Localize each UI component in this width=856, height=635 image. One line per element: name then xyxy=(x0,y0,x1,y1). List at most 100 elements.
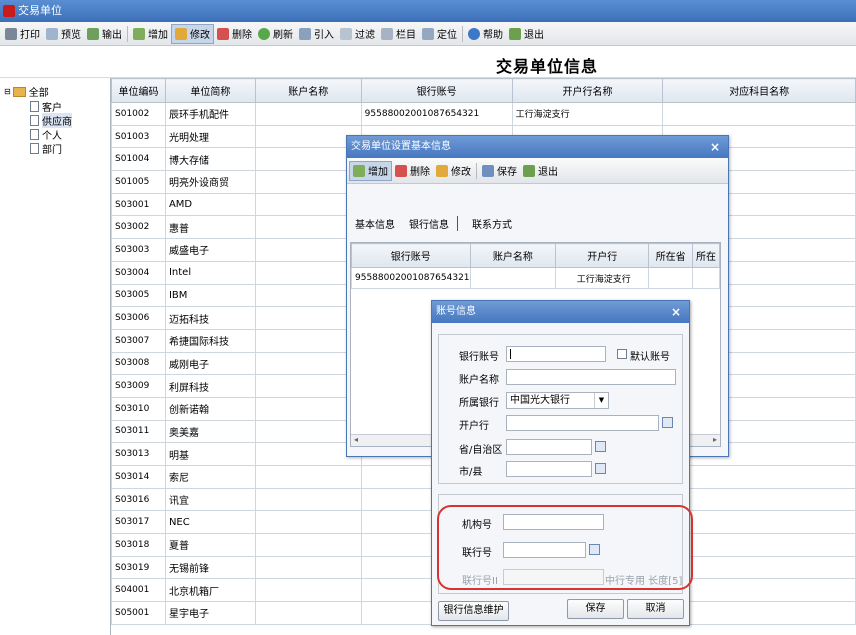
opening-bank-label: 开户行 xyxy=(459,421,489,432)
table-cell: S03019 xyxy=(111,555,166,580)
table-cell xyxy=(254,533,362,557)
locate-button[interactable]: 定位 xyxy=(419,24,460,44)
table-cell: 明亮外设商贸 xyxy=(164,170,256,194)
tab-bank-info[interactable]: 银行信息 xyxy=(409,216,458,231)
exit-button[interactable]: 退出 xyxy=(506,24,547,44)
table-cell: S03005 xyxy=(111,283,166,308)
bank-account-input[interactable] xyxy=(506,346,606,362)
table-cell: 希捷国际科技 xyxy=(164,328,256,353)
table-cell: 威盛电子 xyxy=(164,238,256,262)
table-cell xyxy=(469,267,557,289)
chevron-down-icon[interactable]: ▼ xyxy=(594,393,608,408)
dialog-save-button[interactable]: 保存 xyxy=(479,161,520,181)
table-cell: S03001 xyxy=(111,192,166,217)
table-cell: S03002 xyxy=(111,215,166,240)
table-cell: S01005 xyxy=(111,170,166,194)
preview-icon xyxy=(46,27,58,40)
add-button[interactable]: 增加 xyxy=(130,24,171,44)
edit-button[interactable]: 修改 xyxy=(171,23,214,44)
city-input[interactable] xyxy=(506,461,592,477)
collapse-icon: ⊟ xyxy=(4,87,11,96)
import-button[interactable]: 引入 xyxy=(296,24,337,44)
dialog-add-button[interactable]: 增加 xyxy=(349,160,392,181)
dialog-exit-button[interactable]: 退出 xyxy=(520,161,561,181)
category-tree: ⊟ 全部 客户 供应商 个人 部门 xyxy=(0,78,111,635)
table-cell: S03007 xyxy=(111,328,166,353)
print-button[interactable]: 打印 xyxy=(2,24,43,44)
lookup-icon[interactable] xyxy=(662,417,673,428)
tree-item-root[interactable]: ⊟ 全部 xyxy=(4,84,49,99)
lookup-icon[interactable] xyxy=(595,441,606,452)
close-icon[interactable]: × xyxy=(710,136,720,158)
account-name-input[interactable] xyxy=(506,369,676,385)
tree-item-department[interactable]: 部门 xyxy=(30,141,62,156)
table-cell xyxy=(254,487,362,512)
table-cell: 北京机箱厂 xyxy=(164,578,256,603)
table-cell: S03017 xyxy=(111,510,166,535)
bank-account-label: 银行账号 xyxy=(459,352,499,363)
highlight-annotation xyxy=(437,505,693,590)
preview-button[interactable]: 预览 xyxy=(43,24,84,44)
table-cell: 9558800200108765432​1 xyxy=(360,102,513,126)
columns-button[interactable]: 栏目 xyxy=(378,24,419,44)
table-cell xyxy=(254,102,362,126)
refresh-icon xyxy=(258,27,270,40)
lookup-icon[interactable] xyxy=(595,463,606,474)
grid-column-header[interactable]: 单位编码 xyxy=(111,78,166,103)
refresh-button[interactable]: 刷新 xyxy=(255,24,296,44)
province-input[interactable] xyxy=(506,439,592,455)
table-cell: NEC xyxy=(164,510,256,535)
folder-icon xyxy=(12,86,26,97)
table-cell xyxy=(254,465,362,489)
export-button[interactable]: 输出 xyxy=(84,24,125,44)
save-icon xyxy=(482,164,494,177)
help-button[interactable]: 帮助 xyxy=(465,24,506,44)
grid-column-header[interactable]: 对应科目名称 xyxy=(662,78,856,103)
exit-icon xyxy=(509,27,521,40)
grid-column-header[interactable]: 开户行名称 xyxy=(511,78,664,103)
close-icon[interactable]: × xyxy=(671,301,681,323)
filter-button[interactable]: 过滤 xyxy=(337,24,378,44)
table-cell: S03006 xyxy=(111,306,166,330)
table-cell: S04001 xyxy=(111,578,166,603)
bank-column-header[interactable]: 账户名称 xyxy=(469,243,557,268)
bank-maintain-button[interactable]: 银行信息维护 xyxy=(438,601,509,621)
bank-column-header[interactable]: 所在省 xyxy=(648,243,694,268)
scroll-left-icon[interactable]: ◂ xyxy=(354,435,358,444)
locate-icon xyxy=(422,27,434,40)
bank-column-header[interactable]: 所在 xyxy=(692,243,720,268)
grid-column-header[interactable]: 账户名称 xyxy=(254,78,362,103)
table-cell: S03016 xyxy=(111,487,166,512)
dialog-delete-button[interactable]: 删除 xyxy=(392,161,433,181)
import-icon xyxy=(299,27,311,40)
cancel-button[interactable]: 取消 xyxy=(627,599,684,619)
default-account-checkbox[interactable] xyxy=(617,349,627,359)
default-account-label: 默认账号 xyxy=(630,352,670,363)
scroll-right-icon[interactable]: ▸ xyxy=(713,435,717,444)
tree-item-supplier[interactable]: 供应商 xyxy=(30,113,72,128)
table-cell: S03011 xyxy=(111,419,166,444)
bank-select[interactable]: 中国光大银行 ▼ xyxy=(506,392,609,409)
table-cell: 奥美嘉 xyxy=(164,419,256,444)
bank-column-header[interactable]: 银行账号 xyxy=(351,243,471,268)
delete-button[interactable]: 删除 xyxy=(214,24,255,44)
table-row[interactable]: 95588002001087654321 工行海淀支行 xyxy=(351,267,720,289)
tab-basic-info[interactable]: 基本信息 xyxy=(355,216,395,231)
table-cell: 星宇电子 xyxy=(164,601,256,625)
dialog-titlebar: 交易单位设置基本信息 × xyxy=(347,136,728,158)
table-row[interactable]: S01002 辰环手机配件 9558800200108765432​1 工行海淀支行 xyxy=(111,102,856,126)
dialog-edit-button[interactable]: 修改 xyxy=(433,161,474,181)
tab-contact[interactable]: 联系方式 xyxy=(472,216,512,231)
opening-bank-input[interactable] xyxy=(506,415,659,431)
export-icon xyxy=(87,27,99,40)
grid-column-header[interactable]: 单位简称 xyxy=(164,78,256,103)
bank-column-header[interactable]: 开户行 xyxy=(555,243,650,268)
tree-item-personal[interactable]: 个人 xyxy=(30,127,62,142)
page-header: 交易单位信息 xyxy=(0,46,856,78)
grid-column-header[interactable]: 银行账号 xyxy=(360,78,513,103)
table-cell: S03009 xyxy=(111,374,166,398)
table-cell: S03014 xyxy=(111,465,166,489)
table-cell: 光明处理 xyxy=(164,124,256,149)
tree-item-customer[interactable]: 客户 xyxy=(30,99,62,114)
save-button[interactable]: 保存 xyxy=(567,599,624,619)
